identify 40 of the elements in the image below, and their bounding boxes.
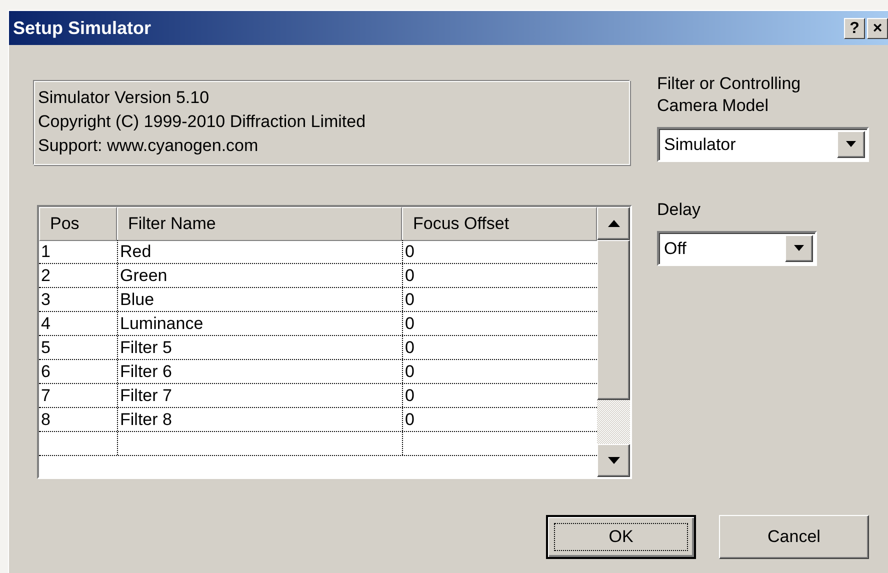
table-cell-text: 6 — [40, 361, 52, 383]
dropdown-arrow-icon — [793, 245, 805, 252]
table-cell: Filter 6 — [117, 360, 402, 383]
dropdown-field[interactable]: Simulator — [657, 127, 869, 162]
dropdown-arrow-icon — [845, 141, 857, 148]
table-cell-text: 3 — [40, 289, 52, 311]
column-header[interactable]: Filter Name — [117, 207, 402, 241]
scroll-down-button[interactable] — [597, 444, 630, 477]
table-cell: Blue — [117, 288, 402, 311]
help-button[interactable]: ? — [844, 18, 865, 38]
table-cell-text: 1 — [40, 241, 52, 263]
scroll-thumb[interactable] — [597, 240, 630, 400]
up-arrow-icon — [608, 220, 620, 227]
window-title: Setup Simulator — [13, 18, 152, 38]
column-header[interactable]: Focus Offset — [402, 207, 597, 241]
dropdown-button[interactable] — [837, 131, 865, 158]
down-arrow-icon — [608, 457, 620, 464]
table-cell: Filter 8 — [117, 408, 402, 431]
table-cell: Luminance — [117, 312, 402, 335]
close-button[interactable]: × — [867, 18, 888, 38]
table-cell-text: 7 — [40, 385, 52, 407]
column-header[interactable]: Pos — [39, 207, 117, 241]
table-cell: Filter 7 — [117, 384, 402, 407]
dropdown-field[interactable]: Off — [657, 231, 817, 266]
camera-model-label: Filter or Controlling Camera Model — [657, 73, 802, 117]
table-cell-text: 2 — [40, 265, 52, 287]
dropdown-button[interactable] — [785, 235, 813, 262]
info-text: Support: www.cyanogen.com — [38, 135, 260, 157]
cancel-button[interactable]: Cancel — [719, 515, 869, 559]
table-cell: Red — [117, 240, 402, 263]
table-cell: Green — [117, 264, 402, 287]
scroll-up-button[interactable] — [597, 207, 630, 240]
table-cell-text: 8 — [40, 409, 52, 431]
info-text: Copyright (C) 1999-2010 Diffraction Limited — [38, 111, 367, 133]
table-cell-text: 4 — [40, 313, 52, 335]
table-cell: Filter 5 — [117, 336, 402, 359]
delay-label: Delay — [657, 199, 702, 221]
table-cell-text: 5 — [40, 337, 52, 359]
info-text: Simulator Version 5.10 — [38, 87, 210, 109]
ok-button[interactable]: OK — [546, 515, 696, 559]
